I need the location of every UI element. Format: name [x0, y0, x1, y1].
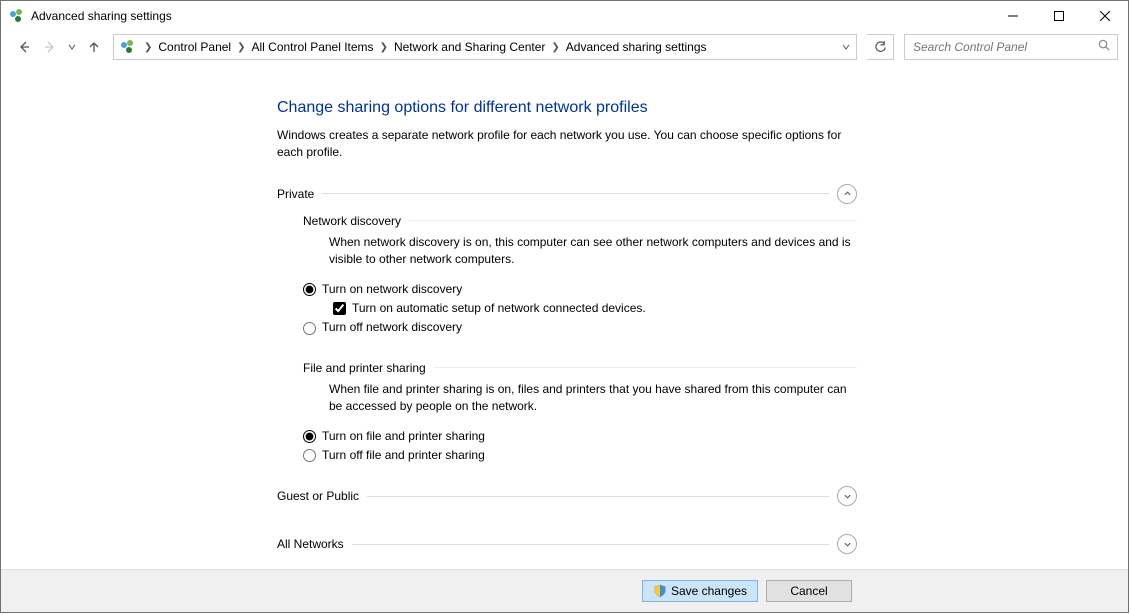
address-bar[interactable]: ❯ Control Panel ❯ All Control Panel Item… [113, 34, 857, 60]
content-area: Change sharing options for different net… [1, 71, 1128, 569]
page-description: Windows creates a separate network profi… [277, 127, 857, 162]
title-bar: Advanced sharing settings [1, 1, 1128, 31]
window-controls [990, 1, 1128, 31]
search-icon [1098, 39, 1111, 55]
maximize-button[interactable] [1036, 1, 1082, 31]
nav-row: ❯ Control Panel ❯ All Control Panel Item… [1, 31, 1128, 71]
forward-button[interactable] [39, 36, 61, 58]
button-label: Cancel [790, 584, 827, 598]
shield-icon [653, 584, 667, 598]
option-label: Turn off file and printer sharing [322, 447, 485, 464]
option-label: Turn on file and printer sharing [322, 428, 485, 445]
network-discovery-description: When network discovery is on, this compu… [329, 234, 857, 269]
checkbox-input[interactable] [333, 302, 346, 315]
option-label: Turn on network discovery [322, 281, 462, 298]
breadcrumb-advanced-sharing[interactable]: Advanced sharing settings [564, 35, 709, 59]
breadcrumb-control-panel[interactable]: Control Panel [156, 35, 233, 59]
button-label: Save changes [671, 584, 747, 598]
page-title: Change sharing options for different net… [277, 99, 857, 117]
divider [434, 367, 857, 368]
radio-file-printer-on[interactable]: Turn on file and printer sharing [303, 428, 857, 445]
chevron-right-icon[interactable]: ❯ [140, 42, 156, 53]
section-private-label: Private [277, 187, 322, 201]
divider [322, 193, 829, 194]
section-guest-public[interactable]: Guest or Public [277, 486, 857, 506]
chevron-right-icon[interactable]: ❯ [376, 42, 392, 53]
app-icon [9, 8, 25, 24]
search-input[interactable] [911, 39, 1098, 55]
section-guest-label: Guest or Public [277, 489, 367, 503]
chevron-down-icon[interactable] [837, 486, 857, 506]
subsection-label: Network discovery [303, 214, 409, 228]
subsection-file-printer-sharing: File and printer sharing [303, 361, 857, 375]
search-box[interactable] [904, 34, 1118, 60]
window-frame: Advanced sharing settings [0, 0, 1129, 613]
minimize-button[interactable] [990, 1, 1036, 31]
section-all-label: All Networks [277, 537, 352, 551]
subsection-label: File and printer sharing [303, 361, 434, 375]
breadcrumb-network-center[interactable]: Network and Sharing Center [392, 35, 547, 59]
close-button[interactable] [1082, 1, 1128, 31]
chevron-right-icon[interactable]: ❯ [547, 42, 563, 53]
subsection-network-discovery: Network discovery [303, 214, 857, 228]
refresh-button[interactable] [867, 34, 894, 60]
chevron-right-icon[interactable]: ❯ [233, 42, 249, 53]
option-label: Turn on automatic setup of network conne… [352, 300, 646, 317]
breadcrumb-all-items[interactable]: All Control Panel Items [250, 35, 376, 59]
file-printer-options: Turn on file and printer sharing Turn of… [303, 428, 857, 465]
chevron-down-icon[interactable] [837, 534, 857, 554]
up-button[interactable] [83, 36, 105, 58]
radio-input[interactable] [303, 449, 316, 462]
file-printer-description: When file and printer sharing is on, fil… [329, 381, 857, 416]
radio-input[interactable] [303, 283, 316, 296]
settings-panel: Change sharing options for different net… [277, 99, 857, 554]
radio-network-discovery-on[interactable]: Turn on network discovery [303, 281, 857, 298]
control-panel-icon [120, 39, 136, 55]
back-button[interactable] [13, 36, 35, 58]
divider [409, 220, 857, 221]
section-private[interactable]: Private [277, 184, 857, 204]
divider [352, 544, 829, 545]
window-title: Advanced sharing settings [31, 9, 172, 23]
radio-file-printer-off[interactable]: Turn off file and printer sharing [303, 447, 857, 464]
network-discovery-options: Turn on network discovery Turn on automa… [303, 281, 857, 337]
save-changes-button[interactable]: Save changes [642, 580, 758, 602]
address-history-dropdown[interactable] [836, 35, 856, 59]
section-all-networks[interactable]: All Networks [277, 534, 857, 554]
footer-bar: Save changes Cancel [1, 569, 1128, 612]
recent-locations-dropdown[interactable] [65, 43, 79, 51]
checkbox-auto-setup[interactable]: Turn on automatic setup of network conne… [333, 300, 857, 317]
divider [367, 496, 829, 497]
cancel-button[interactable]: Cancel [766, 580, 852, 602]
chevron-up-icon[interactable] [837, 184, 857, 204]
option-label: Turn off network discovery [322, 319, 462, 336]
radio-input[interactable] [303, 322, 316, 335]
radio-input[interactable] [303, 430, 316, 443]
radio-network-discovery-off[interactable]: Turn off network discovery [303, 319, 857, 336]
